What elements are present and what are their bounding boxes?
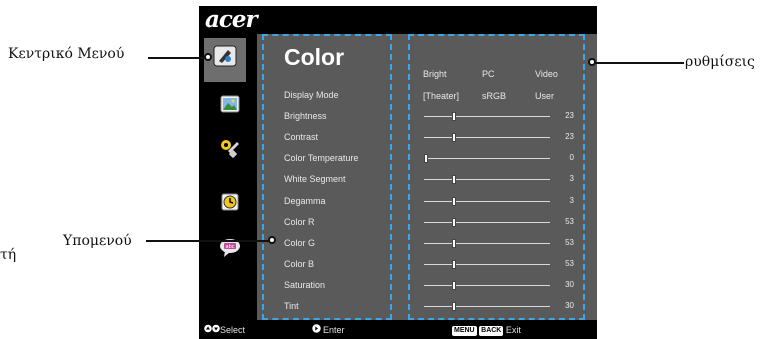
slider-handle[interactable] [424, 154, 428, 164]
page-title: Color [284, 44, 345, 70]
enter-label: Enter [323, 325, 345, 335]
slider-track[interactable] [424, 137, 550, 139]
exit-label: Exit [505, 325, 521, 335]
exit-hint: MENU BACK Exit [452, 324, 521, 336]
slider-track[interactable] [424, 221, 550, 223]
cut-off-text: τή [0, 247, 17, 263]
mode-value-user[interactable]: User [535, 90, 554, 102]
mode-header-pc: PC [482, 69, 495, 79]
menu-item-label[interactable]: Saturation [284, 279, 325, 291]
slider-track[interactable] [424, 242, 550, 244]
menu-item-label[interactable]: White Segment [284, 173, 346, 185]
color-icon[interactable] [213, 45, 237, 67]
menu-item-label[interactable]: Display Mode [284, 89, 339, 101]
main-menu-leader [148, 57, 208, 59]
right-arrow-icon [312, 324, 323, 336]
osd-footer [199, 320, 597, 339]
slider-value: 23 [565, 111, 574, 121]
slider-handle[interactable] [451, 133, 456, 143]
settings-leader [592, 62, 684, 64]
svg-text:abc: abc [226, 244, 235, 250]
enter-hint: Enter [312, 324, 345, 336]
slider-value: 30 [565, 279, 574, 289]
main-menu-pointer-dot [204, 53, 212, 61]
back-key-badge: BACK [479, 325, 504, 336]
select-hint: Select [204, 324, 245, 336]
menu-item-label[interactable]: Color R [284, 216, 315, 228]
menu-item-label[interactable]: Degamma [284, 195, 326, 207]
menu-item-label[interactable]: Contrast [284, 131, 318, 143]
slider-track[interactable] [424, 263, 550, 265]
mode-header-video: Video [535, 69, 558, 79]
submenu-pointer-dot [268, 236, 276, 244]
settings-icon[interactable] [219, 138, 241, 160]
slider-track[interactable] [424, 306, 550, 307]
select-label: Select [220, 325, 246, 335]
slider-value: 53 [565, 237, 574, 247]
submenu-leader [146, 240, 272, 242]
mode-value-srgb[interactable]: sRGB [482, 90, 506, 102]
slider-track[interactable] [424, 116, 550, 118]
up-down-arrows-icon [204, 324, 220, 336]
settings-callout: ρυθμίσεις [685, 54, 755, 70]
slider-value: 53 [565, 216, 574, 226]
slider-handle[interactable] [451, 302, 456, 311]
slider-value: 53 [565, 258, 574, 268]
slider-value: 3 [569, 174, 574, 184]
slider-track[interactable] [424, 284, 550, 286]
slider-value: 23 [565, 132, 574, 142]
menu-key-badge: MENU [452, 325, 477, 336]
acer-logo: acer [205, 6, 258, 33]
image-icon[interactable] [220, 95, 240, 113]
menu-item-label[interactable]: Color Temperature [284, 152, 358, 164]
timer-icon[interactable] [221, 193, 239, 211]
mode-header-bright: Bright [423, 69, 447, 79]
slider-value: 30 [565, 301, 574, 310]
slider-handle[interactable] [451, 112, 456, 122]
slider-handle[interactable] [451, 217, 456, 227]
slider-track[interactable] [424, 158, 550, 160]
slider-handle[interactable] [451, 259, 456, 269]
slider-handle[interactable] [451, 196, 456, 206]
menu-item-label[interactable]: Color B [284, 258, 314, 270]
settings-pointer-dot [588, 58, 596, 66]
main-menu-callout: Κεντρικό Μενού [8, 46, 125, 62]
slider-handle[interactable] [451, 175, 456, 185]
slider-track[interactable] [424, 179, 550, 181]
menu-item-label[interactable]: Tint [284, 300, 299, 312]
mode-value-theater[interactable]: [Theater] [423, 90, 459, 102]
slider-value: 3 [569, 195, 574, 205]
submenu-callout: Υπομενού [63, 233, 132, 249]
slider-handle[interactable] [451, 280, 456, 290]
menu-item-label[interactable]: Brightness [284, 110, 327, 122]
slider-handle[interactable] [451, 238, 456, 248]
slider-value: 0 [569, 153, 574, 163]
slider-track[interactable] [424, 200, 550, 202]
menu-item-label[interactable]: Color G [284, 237, 315, 249]
